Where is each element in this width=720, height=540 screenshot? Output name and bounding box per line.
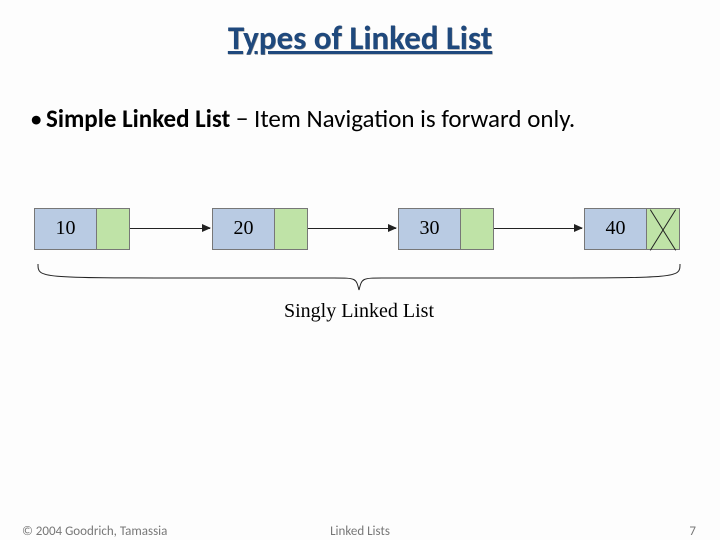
node-value: 30: [399, 209, 461, 249]
linked-list-diagram: 10 20 30 40 Singly Linked List: [34, 196, 684, 316]
diagram-caption: Singly Linked List: [34, 300, 684, 323]
node-pointer: [275, 209, 307, 249]
bullet-rest: − Item Navigation is forward only.: [230, 103, 575, 134]
list-node: 30: [398, 208, 494, 250]
slide-title: Types of Linked List: [0, 18, 720, 58]
list-node: 10: [34, 208, 130, 250]
arrow-icon: [130, 228, 210, 229]
node-pointer: [97, 209, 129, 249]
node-pointer: [461, 209, 493, 249]
list-node: 40: [584, 208, 680, 250]
footer-center: Linked Lists: [0, 524, 720, 539]
arrow-icon: [494, 228, 582, 229]
page-number: 7: [689, 524, 696, 539]
node-value: 10: [35, 209, 97, 249]
bullet-dot-icon: •: [30, 103, 46, 136]
brace-icon: [34, 260, 684, 300]
node-pointer-null-icon: [647, 209, 679, 249]
node-value: 20: [213, 209, 275, 249]
node-value: 40: [585, 209, 647, 249]
list-node: 20: [212, 208, 308, 250]
bullet-strong: Simple Linked List: [46, 103, 230, 134]
slide-footer: © 2004 Goodrich, Tamassia Linked Lists 7: [0, 524, 720, 540]
arrow-icon: [308, 228, 396, 229]
bullet-line: •Simple Linked List − Item Navigation is…: [30, 103, 670, 136]
